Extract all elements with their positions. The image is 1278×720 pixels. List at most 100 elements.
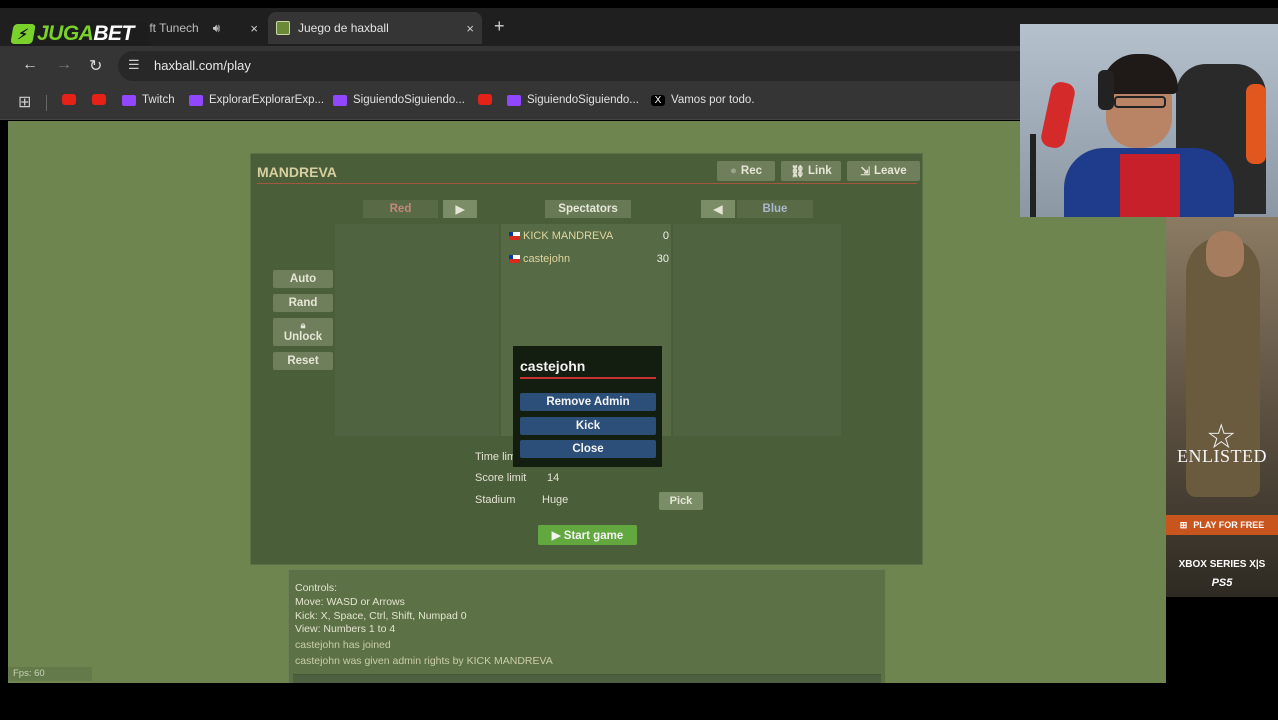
cta-label: PLAY FOR FREE (1193, 520, 1265, 530)
bookmark-label: Vamos por todo. (671, 94, 755, 106)
title-divider (257, 183, 917, 184)
chat-line: Controls: (295, 582, 338, 594)
tab-inactive[interactable]: s ft Tunech 🔊︎ × (140, 12, 266, 44)
bookmark-label: Twitch (142, 94, 175, 106)
site-settings-icon[interactable]: ☰ (128, 57, 140, 73)
bookmark-twitch[interactable]: Twitch (122, 94, 175, 106)
rand-button[interactable]: Rand (273, 294, 333, 312)
pick-stadium-button[interactable]: Pick (659, 492, 703, 510)
blue-team-list[interactable] (673, 224, 841, 436)
tab-label: Juego de haxball (298, 21, 389, 35)
tab-close-icon[interactable]: × (466, 21, 474, 36)
popup-title: castejohn (520, 358, 586, 374)
tab-label: s ft Tunech (140, 21, 199, 35)
stadium-label: Stadium (475, 494, 516, 506)
unlock-label: Unlock (283, 331, 323, 343)
link-label: Link (807, 165, 832, 177)
reload-icon[interactable]: ↻ (89, 56, 102, 76)
unlock-button[interactable]: 🔒︎ Unlock (273, 318, 333, 346)
auto-button[interactable]: Auto (273, 270, 333, 288)
apps-grid-icon[interactable]: ⊞ (18, 92, 31, 112)
soldier-head (1206, 231, 1244, 277)
tab-close-icon[interactable]: × (250, 21, 258, 36)
chile-flag-icon (509, 232, 520, 240)
score-limit-value[interactable]: 14 (547, 472, 559, 484)
chat-line: Move: WASD or Arrows (295, 596, 405, 608)
bookmark-youtube[interactable] (92, 94, 112, 105)
team-blue-header[interactable]: Blue (737, 200, 813, 218)
logo-text-b: BET (93, 22, 134, 45)
link-button[interactable]: ⛓︎ Link (781, 161, 841, 181)
stadium-value: Huge (542, 494, 569, 506)
headset-icon (1098, 70, 1114, 110)
bookmark-label: ExplorarExplorarExp... (209, 94, 325, 106)
room-panel: MANDREVA ● Rec ⛓︎ Link ⇲ Leave Red ▶ Spe… (250, 153, 923, 565)
player-name: castejohn (523, 253, 571, 265)
player-row[interactable]: castejohn 30 (509, 253, 669, 265)
bookmark-label: SiguiendoSiguiendo... (353, 94, 465, 106)
close-button[interactable]: Close (520, 440, 656, 458)
kick-button[interactable]: Kick (520, 417, 656, 435)
team-spectators-header[interactable]: Spectators (545, 200, 631, 218)
chat-line: castejohn was given admin rights by KICK… (295, 655, 553, 667)
start-game-button[interactable]: ▶ Start game (538, 525, 637, 545)
twitch-icon (189, 94, 203, 106)
score-limit-label: Score limit (475, 472, 527, 484)
remove-admin-button[interactable]: Remove Admin (520, 393, 656, 411)
bookmark-explorar[interactable]: ExplorarExplorarExp... (189, 94, 324, 106)
youtube-icon (478, 94, 492, 105)
xbox-platform: XBOX SERIES X|S (1178, 559, 1266, 570)
logo-text-a: JUGA (37, 22, 94, 45)
twitch-icon (333, 94, 347, 106)
chat-line: Kick: X, Space, Ctrl, Shift, Numpad 0 (295, 610, 467, 622)
chair-accent (1246, 84, 1266, 164)
youtube-icon (92, 94, 106, 105)
tab-active[interactable]: Juego de haxball × (268, 12, 482, 44)
move-to-blue-button[interactable]: ◀ (701, 200, 735, 218)
bookmark-siguiendo[interactable]: SiguiendoSiguiendo... (333, 94, 465, 106)
exit-icon: ⇲ (860, 166, 871, 178)
enlisted-ad[interactable]: ☆ ENLISTED ⊞ PLAY FOR FREE XBOX SERIES X… (1166, 217, 1278, 597)
bookmark-label: SiguiendoSiguiendo... (527, 94, 639, 106)
back-icon[interactable]: ← (22, 56, 38, 74)
leave-label: Leave (874, 165, 907, 177)
divider (46, 95, 47, 111)
red-team-list[interactable] (335, 224, 499, 436)
chat-line: castejohn has joined (295, 639, 391, 651)
shirt-stripe (1120, 154, 1180, 217)
twitch-icon (507, 94, 521, 106)
sponsor-logo: ⚡︎ JUGA BET (10, 22, 148, 46)
player-row[interactable]: KICK MANDREVA 0 (509, 230, 669, 242)
forward-icon[interactable]: → (56, 56, 72, 74)
team-red-header[interactable]: Red (363, 200, 438, 218)
rec-button[interactable]: ● Rec (717, 161, 775, 181)
chat-line: View: Numbers 1 to 4 (295, 623, 396, 635)
move-to-red-button[interactable]: ▶ (443, 200, 477, 218)
chat-input[interactable] (293, 674, 881, 683)
room-title: MANDREVA (257, 164, 337, 180)
new-tab-icon[interactable]: + (494, 16, 505, 37)
leave-button[interactable]: ⇲ Leave (847, 161, 920, 181)
screen: s ft Tunech 🔊︎ × Juego de haxball × + ⚡︎… (0, 0, 1278, 720)
player-ping: 30 (656, 253, 669, 265)
streamer-webcam (1020, 24, 1278, 217)
chat-panel: Controls: Move: WASD or Arrows Kick: X, … (288, 569, 886, 683)
bookmark-x[interactable]: X Vamos por todo. (651, 94, 755, 106)
reset-button[interactable]: Reset (273, 352, 333, 370)
player-name: KICK MANDREVA (523, 230, 614, 242)
bookmark-youtube[interactable] (62, 94, 82, 105)
speaker-icon[interactable]: 🔊︎ (213, 21, 221, 36)
play-for-free-button[interactable]: ⊞ PLAY FOR FREE (1166, 515, 1278, 535)
ad-brand: ENLISTED (1177, 446, 1267, 466)
bookmark-siguiendo[interactable]: SiguiendoSiguiendo... (507, 94, 639, 106)
bookmark-youtube[interactable] (478, 94, 498, 105)
twitch-icon (122, 94, 136, 106)
player-ping: 0 (662, 230, 669, 242)
url-text: haxball.com/play (154, 58, 251, 73)
mic-stand (1030, 134, 1036, 217)
lock-icon: 🔒︎ (300, 320, 306, 330)
x-icon: X (651, 94, 665, 106)
haxball-page: MANDREVA ● Rec ⛓︎ Link ⇲ Leave Red ▶ Spe… (8, 121, 1166, 683)
rec-label: Rec (740, 165, 763, 177)
fps-counter: Fps: 60 (8, 667, 92, 681)
